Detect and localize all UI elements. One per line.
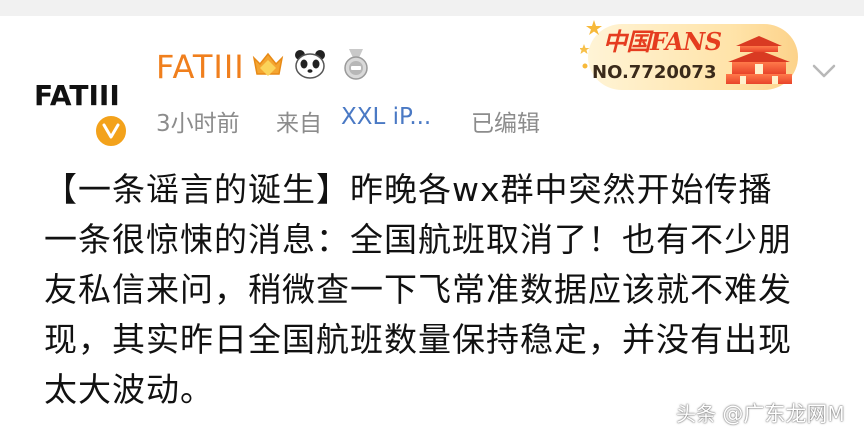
watermark: 头条 @广东龙网M [676, 398, 845, 428]
author-name[interactable]: FATIII [156, 48, 245, 86]
post-content-line: 友私信来问，稍微查一下飞常准数据应该就不难发 [44, 270, 792, 309]
chevron-down-icon[interactable] [812, 62, 836, 80]
source-device-link[interactable]: XXL iP... [341, 104, 431, 130]
fans-card-number: NO.7720073 [592, 62, 717, 83]
source-label: 来自 [276, 111, 322, 137]
fans-card-title: 中国FANS [603, 27, 722, 56]
post-content-line: 现，其实昨日全国航班数量保持稳定，并没有出现 [44, 320, 792, 359]
edited-label[interactable]: 已编辑 [471, 104, 540, 138]
post-content: 【一条谣言的诞生】昨晚各wx群中突然开始传播 一条很惊悚的消息：全国航班取消了！… [44, 165, 834, 415]
crown-badge-icon[interactable] [250, 46, 286, 82]
post-content-line: 一条很惊悚的消息：全国航班取消了！也有不少朋 [44, 220, 792, 259]
panda-badge-icon[interactable] [292, 46, 328, 82]
weibo-post-card: FATIII FATIII 3小时前 来自 XXL iP... 已编辑 中国FA… [0, 0, 864, 439]
avatar-logo-text: FATIII [34, 79, 120, 112]
watermark-tail: M [827, 402, 845, 426]
verified-icon [94, 114, 128, 148]
watermark-prefix: 头条 [676, 402, 716, 426]
post-time: 3小时前 [156, 111, 240, 137]
medal-badge-icon[interactable] [338, 46, 374, 82]
watermark-site: @广东龙网 [722, 402, 828, 426]
post-content-line: 【一条谣言的诞生】昨晚各wx群中突然开始传播 [44, 170, 773, 209]
